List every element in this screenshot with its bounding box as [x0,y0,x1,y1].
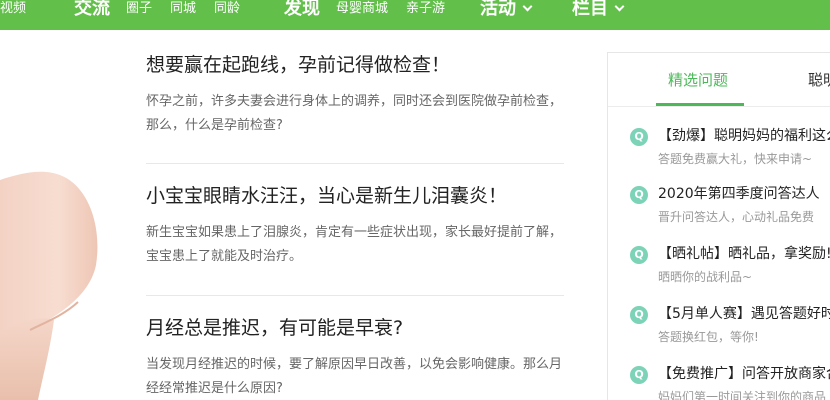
nav-item-exchange[interactable]: 交流 [74,0,110,30]
article-title[interactable]: 月经总是推迟，有可能是早衰? [146,315,564,341]
chevron-down-icon [614,1,625,12]
divider [146,295,564,296]
qa-panel: 精选问题 聪明 Q 【劲爆】聪明妈妈的福利这么 答题免费赢大礼，快来申请~ Q … [607,52,830,400]
article-title[interactable]: 小宝宝眼睛水汪汪，当心是新生儿泪囊炎！ [146,183,564,209]
tab-featured-questions[interactable]: 精选问题 [668,69,728,90]
nav-item-events-label: 活动 [480,0,516,19]
article-summary: 当发现月经推迟的时候，要了解原因早日改善，以免会影响健康。那么月经经常推迟是什么… [146,357,563,396]
article-title[interactable]: 想要赢在起跑线，孕前记得做检查！ [146,52,564,78]
decorative-photo [0,30,120,400]
question-subtitle: 妈妈们第一时间关注到你的商品 [658,390,827,400]
question-badge-icon: Q [630,186,648,204]
nav-item-same-city[interactable]: 同城 [170,0,196,30]
top-nav-bar: 视频 交流 圈子 同城 同龄 发现 母婴商城 亲子游 活动 栏目 [0,0,830,30]
nav-item-video[interactable]: 视频 [0,0,26,30]
question-badge-icon: Q [630,128,648,146]
chevron-down-icon [522,1,533,12]
article-item[interactable]: 小宝宝眼睛水汪汪，当心是新生儿泪囊炎！ 新生宝宝如果患上了泪腺炎，肯定有一些症状… [146,183,564,269]
question-subtitle: 晋升问答达人，心动礼品免费 [658,210,815,224]
question-subtitle: 答题免费赢大礼，快来申请~ [658,152,813,166]
article-summary: 怀孕之前，许多夫妻会进行身体上的调养，同时还会到医院做孕前检查，那么，什么是孕前… [146,94,563,133]
question-title[interactable]: 【劲爆】聪明妈妈的福利这么 [658,125,830,147]
question-title[interactable]: 2020年第四季度问答达人 [658,183,820,205]
nav-item-discover[interactable]: 发现 [284,0,320,30]
nav-item-same-age[interactable]: 同龄 [214,0,240,30]
active-tab-indicator [656,103,744,106]
question-badge-icon: Q [630,306,648,324]
qa-tabs: 精选问题 聪明 [608,53,830,107]
divider [146,163,564,164]
nav-item-columns[interactable]: 栏目 [572,0,625,30]
arm-illustration [0,171,98,400]
question-badge-icon: Q [630,246,648,264]
article-item[interactable]: 想要赢在起跑线，孕前记得做检查！ 怀孕之前，许多夫妻会进行身体上的调养，同时还会… [146,52,564,138]
question-title[interactable]: 【晒礼帖】晒礼品，拿奖励! [658,243,830,265]
question-subtitle: 晒晒你的战利品~ [658,270,753,284]
article-item[interactable]: 月经总是推迟，有可能是早衰? 当发现月经推迟的时候，要了解原因早日改善，以免会影… [146,315,564,400]
article-summary: 新生宝宝如果患上了泪腺炎，肯定有一些症状出现，家长最好提前了解，宝宝患上了就能及… [146,225,563,264]
nav-item-events[interactable]: 活动 [480,0,533,30]
question-subtitle: 答题换红包，等你! [658,330,759,344]
question-title[interactable]: 【免费推广】问答开放商家合 [658,363,830,385]
question-title[interactable]: 【5月单人赛】遇见答题好时 [658,303,830,325]
nav-item-circle[interactable]: 圈子 [126,0,152,30]
tab-smart[interactable]: 聪明 [808,69,830,90]
nav-item-columns-label: 栏目 [572,0,608,19]
question-badge-icon: Q [630,366,648,384]
nav-item-family-travel[interactable]: 亲子游 [406,0,445,30]
nav-item-baby-mall[interactable]: 母婴商城 [336,0,388,30]
